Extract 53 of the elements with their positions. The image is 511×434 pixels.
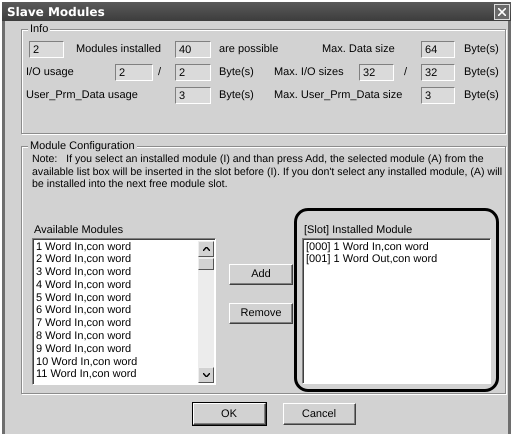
info-label: I/O usage: [26, 66, 75, 78]
list-item[interactable]: 5 Word In,con word: [36, 292, 198, 304]
value-field: 3: [175, 86, 211, 104]
info-label: /: [158, 66, 162, 78]
info-label: User_Prm_Data usage: [26, 89, 139, 101]
info-label: Byte(s): [464, 43, 500, 55]
info-label: Modules installed: [76, 43, 162, 55]
close-icon: [498, 8, 506, 16]
info-label: Max. I/O sizes: [274, 66, 345, 78]
list-item[interactable]: 3 Word In,con word: [36, 266, 198, 279]
list-item[interactable]: [000] 1 Word In,con word: [306, 240, 490, 254]
list-box[interactable]: [32, 238, 216, 384]
info-label: Max. Data size: [322, 43, 396, 55]
note-text: Note: If you select an installed module (I) and than press Add, the selected module (A) from the available list box will be inserted in the slot before (I). If you don't select any installed module, (A) will be installed into the next free module slot.: [32, 153, 504, 190]
scroll-down-icon[interactable]: [202, 372, 210, 376]
info-label: Byte(s): [464, 66, 500, 78]
info-label: Byte(s): [464, 89, 500, 101]
list-label: [Slot] Installed Module: [304, 224, 414, 238]
info-label: /: [404, 66, 408, 78]
dialog-button[interactable]: OK: [192, 403, 266, 425]
scroll-thumb[interactable]: [198, 258, 214, 270]
value-field: 3: [421, 86, 455, 104]
value-field: 64: [421, 40, 455, 58]
list-item[interactable]: 10 Word In,con word: [36, 356, 198, 368]
value-field: 40: [175, 40, 211, 58]
list-label: Available Modules: [34, 224, 124, 238]
scrollbar[interactable]: [198, 240, 214, 382]
list-item[interactable]: 1 Word In,con word: [36, 240, 198, 254]
list-item[interactable]: 4 Word In,con word: [36, 278, 198, 292]
action-button[interactable]: Add: [229, 264, 293, 284]
info-label: Byte(s): [219, 89, 255, 101]
list-item[interactable]: 9 Word In,con word: [36, 342, 198, 356]
value-field: 2: [115, 64, 153, 80]
list-item[interactable]: 7 Word In,con word: [36, 317, 198, 330]
list-box[interactable]: [000] 1 Word In,con word [001] 1 Word Out,con word: [302, 238, 491, 384]
info-label: Byte(s): [219, 66, 255, 78]
list-item[interactable]: 11 Word In,con word: [36, 368, 198, 382]
dialog-button[interactable]: Cancel: [282, 403, 356, 425]
value-field: 32: [421, 64, 455, 80]
value-field: 2: [29, 40, 64, 58]
list-item[interactable]: 2 Word In,con word: [36, 253, 198, 266]
window-title: Slave Modules: [7, 4, 105, 18]
info-label: are possible: [219, 43, 280, 55]
action-button[interactable]: Remove: [229, 302, 293, 324]
close-button[interactable]: [494, 4, 510, 20]
list-item[interactable]: 6 Word In,con word: [36, 304, 198, 318]
group-title: Module Configuration: [28, 139, 137, 153]
info-label: Max. User_Prm_Data size: [274, 89, 404, 101]
value-field: 32: [359, 64, 394, 80]
scroll-up-icon[interactable]: [202, 246, 210, 250]
list-item[interactable]: [001] 1 Word Out,con word: [306, 253, 490, 266]
list-item[interactable]: 8 Word In,con word: [36, 330, 198, 343]
value-field: 2: [175, 64, 211, 80]
